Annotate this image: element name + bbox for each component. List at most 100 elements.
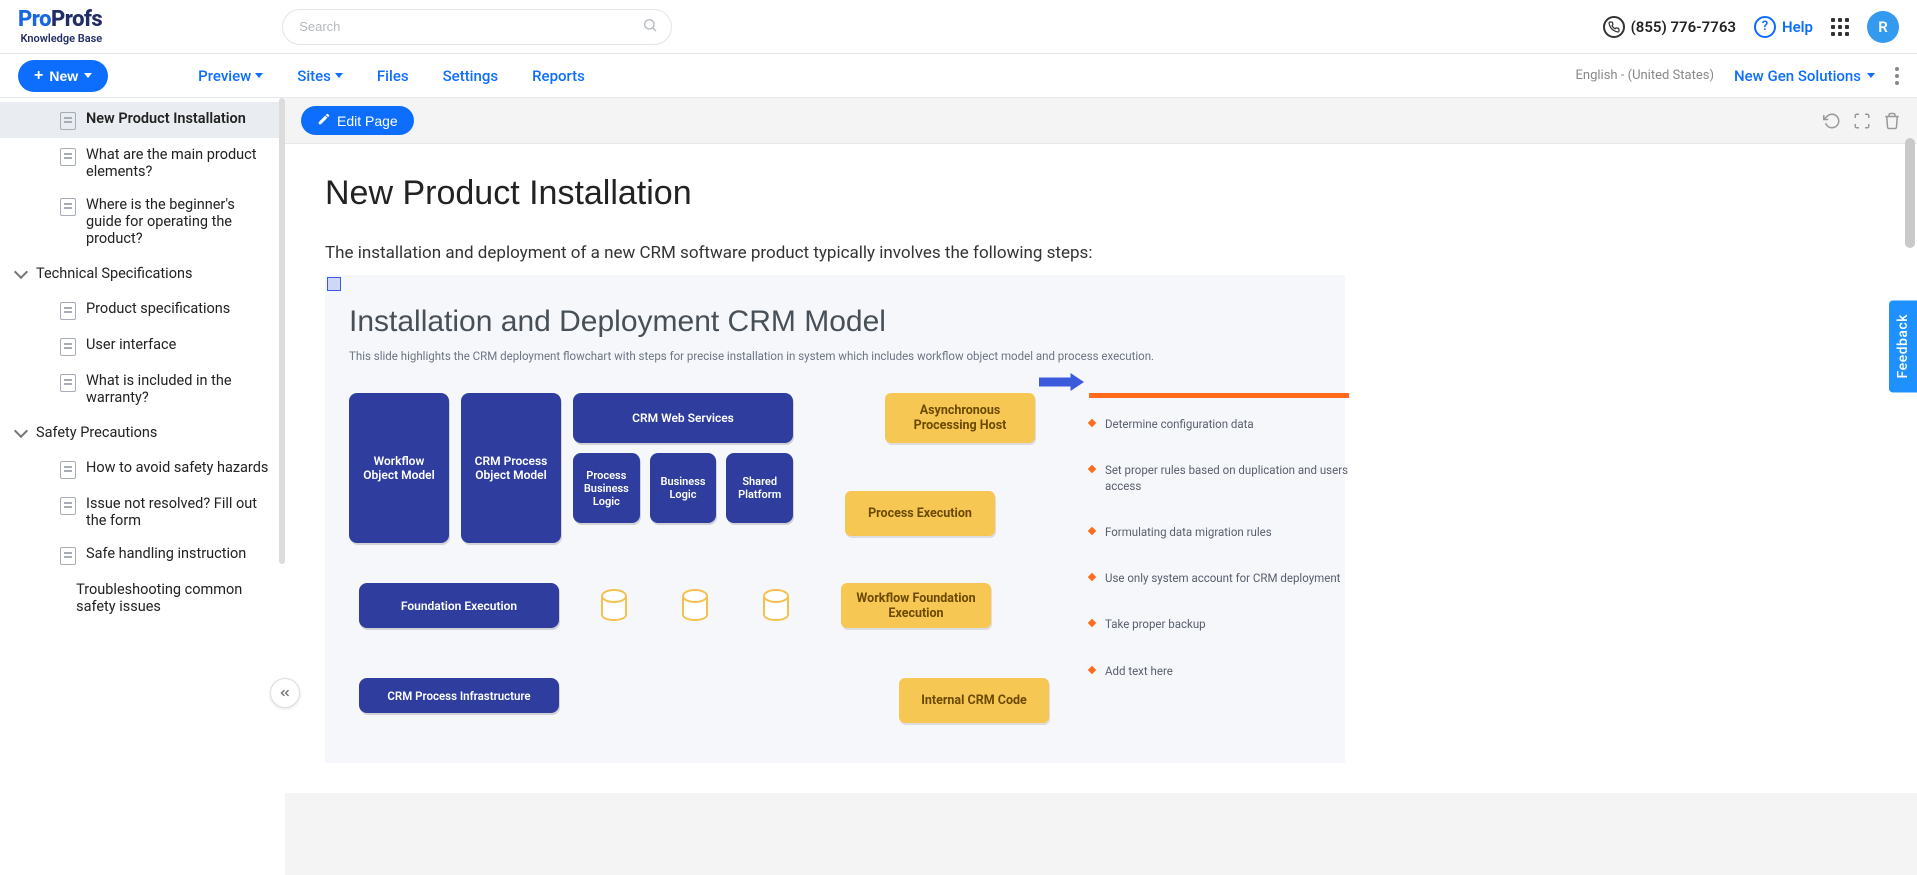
new-label: New bbox=[49, 68, 78, 84]
divider bbox=[1089, 393, 1349, 398]
box-workflow: Workflow Object Model bbox=[349, 393, 449, 543]
box-wfe: Workflow Foundation Execution bbox=[841, 583, 991, 628]
box-pbl: Process Business Logic bbox=[573, 453, 640, 523]
chevron-right-icon bbox=[60, 586, 66, 594]
help-link[interactable]: ? Help bbox=[1754, 16, 1813, 38]
article-title: New Product Installation bbox=[325, 174, 1877, 213]
sidebar-item-troubleshoot[interactable]: Troubleshooting common safety issues bbox=[0, 573, 285, 623]
avatar[interactable]: R bbox=[1867, 11, 1899, 43]
menu-preview[interactable]: Preview bbox=[198, 67, 263, 85]
figure[interactable]: Installation and Deployment CRM Model Th… bbox=[325, 275, 1345, 763]
phone-link[interactable]: (855) 776-7763 bbox=[1603, 16, 1736, 38]
phone-number: (855) 776-7763 bbox=[1631, 18, 1736, 36]
chevron-down-icon bbox=[14, 423, 28, 437]
chevron-down-icon bbox=[335, 73, 343, 78]
figure-title: Installation and Deployment CRM Model bbox=[349, 305, 1321, 339]
sidebar-item-label: What are the main product elements? bbox=[86, 146, 271, 180]
language-label: English - (United States) bbox=[1576, 68, 1714, 83]
plus-icon: + bbox=[34, 67, 43, 85]
box-intcode: Internal CRM Code bbox=[899, 678, 1049, 723]
sidebar-item-warranty[interactable]: What is included in the warranty? bbox=[0, 364, 285, 414]
search-icon[interactable] bbox=[642, 17, 658, 37]
doc-icon bbox=[60, 198, 76, 216]
bullet: Determine configuration data bbox=[1089, 416, 1349, 432]
chevron-down-icon bbox=[84, 73, 92, 78]
content-header: Edit Page bbox=[285, 98, 1917, 144]
box-bl: Business Logic bbox=[650, 453, 717, 523]
article-intro: The installation and deployment of a new… bbox=[325, 243, 1877, 263]
new-button[interactable]: + New bbox=[18, 60, 108, 92]
box-async: Asynchronous Processing Host bbox=[885, 393, 1035, 443]
more-menu[interactable] bbox=[1895, 67, 1899, 85]
bullet: Take proper backup bbox=[1089, 616, 1349, 632]
article: New Product Installation The installatio… bbox=[285, 144, 1917, 793]
chevron-down-icon bbox=[1867, 73, 1875, 78]
doc-icon bbox=[60, 112, 76, 130]
chevron-down-icon bbox=[14, 264, 28, 278]
sidebar-item-label: Product specifications bbox=[86, 300, 230, 317]
cylinder-icon bbox=[601, 591, 627, 621]
sidebar-item-label: User interface bbox=[86, 336, 176, 353]
expand-icon[interactable] bbox=[1853, 112, 1871, 130]
search-input[interactable] bbox=[282, 9, 672, 45]
collapse-sidebar-button[interactable] bbox=[270, 678, 300, 708]
logo[interactable]: ProProfs Knowledge Base bbox=[18, 9, 102, 44]
selection-handle[interactable] bbox=[327, 277, 341, 291]
sidebar-item-label: How to avoid safety hazards bbox=[86, 459, 268, 476]
sidebar-item-new-product[interactable]: New Product Installation bbox=[0, 102, 285, 138]
content-area: Edit Page New Product Installation The i… bbox=[285, 98, 1917, 875]
bullet: Add text here bbox=[1089, 663, 1349, 679]
doc-icon bbox=[60, 302, 76, 320]
doc-icon bbox=[60, 148, 76, 166]
trash-icon[interactable] bbox=[1883, 112, 1901, 130]
box-sp: Shared Platform bbox=[726, 453, 793, 523]
menu-sites[interactable]: Sites bbox=[297, 67, 343, 85]
edit-page-button[interactable]: Edit Page bbox=[301, 106, 414, 135]
chevron-down-icon bbox=[255, 73, 263, 78]
box-found: Foundation Execution bbox=[359, 583, 559, 628]
figure-subtitle: This slide highlights the CRM deployment… bbox=[349, 349, 1321, 363]
doc-icon bbox=[60, 497, 76, 515]
menu-reports[interactable]: Reports bbox=[532, 67, 585, 85]
menu-files[interactable]: Files bbox=[377, 67, 409, 85]
cylinder-icon bbox=[682, 591, 708, 621]
solution-dropdown[interactable]: New Gen Solutions bbox=[1734, 67, 1875, 85]
content-scrollbar[interactable] bbox=[1905, 138, 1915, 248]
box-crmproc: CRM Process Object Model bbox=[461, 393, 561, 543]
sidebar-section-tech[interactable]: Technical Specifications bbox=[0, 255, 285, 292]
doc-icon bbox=[60, 374, 76, 392]
logo-profs: Profs bbox=[51, 7, 102, 32]
apps-icon[interactable] bbox=[1831, 18, 1849, 36]
doc-icon bbox=[60, 547, 76, 565]
feedback-tab[interactable]: Feedback bbox=[1889, 300, 1917, 392]
sidebar-item-label: Where is the beginner's guide for operat… bbox=[86, 196, 271, 247]
pencil-icon bbox=[317, 112, 331, 129]
toolbar: + New Preview Sites Files Settings Repor… bbox=[0, 54, 1917, 98]
logo-sub: Knowledge Base bbox=[20, 33, 102, 44]
logo-pro: Pro bbox=[18, 7, 51, 32]
menu-settings[interactable]: Settings bbox=[443, 67, 499, 85]
bullet: Use only system account for CRM deployme… bbox=[1089, 570, 1349, 586]
sidebar-item-hazards[interactable]: How to avoid safety hazards bbox=[0, 451, 285, 487]
sidebar-item-label: New Product Installation bbox=[86, 110, 246, 127]
help-icon: ? bbox=[1754, 16, 1776, 38]
sidebar-section-safety[interactable]: Safety Precautions bbox=[0, 414, 285, 451]
help-label: Help bbox=[1782, 18, 1813, 36]
box-webserv: CRM Web Services bbox=[573, 393, 793, 443]
doc-icon bbox=[60, 338, 76, 356]
sidebar-item-form[interactable]: Issue not resolved? Fill out the form bbox=[0, 487, 285, 537]
sidebar-item-guide[interactable]: Where is the beginner's guide for operat… bbox=[0, 188, 285, 255]
sidebar-item-ui[interactable]: User interface bbox=[0, 328, 285, 364]
arrow-icon bbox=[1039, 373, 1084, 391]
sidebar-item-specs[interactable]: Product specifications bbox=[0, 292, 285, 328]
cylinder-icon bbox=[763, 591, 789, 621]
history-icon[interactable] bbox=[1823, 112, 1841, 130]
bullet: Formulating data migration rules bbox=[1089, 524, 1349, 540]
sidebar-item-label: Troubleshooting common safety issues bbox=[76, 581, 271, 615]
sidebar-item-elements[interactable]: What are the main product elements? bbox=[0, 138, 285, 188]
doc-icon bbox=[60, 461, 76, 479]
sidebar-item-label: Safe handling instruction bbox=[86, 545, 246, 562]
phone-icon bbox=[1603, 16, 1625, 38]
sidebar-item-safe-handling[interactable]: Safe handling instruction bbox=[0, 537, 285, 573]
bullet: Set proper rules based on duplication an… bbox=[1089, 462, 1349, 494]
